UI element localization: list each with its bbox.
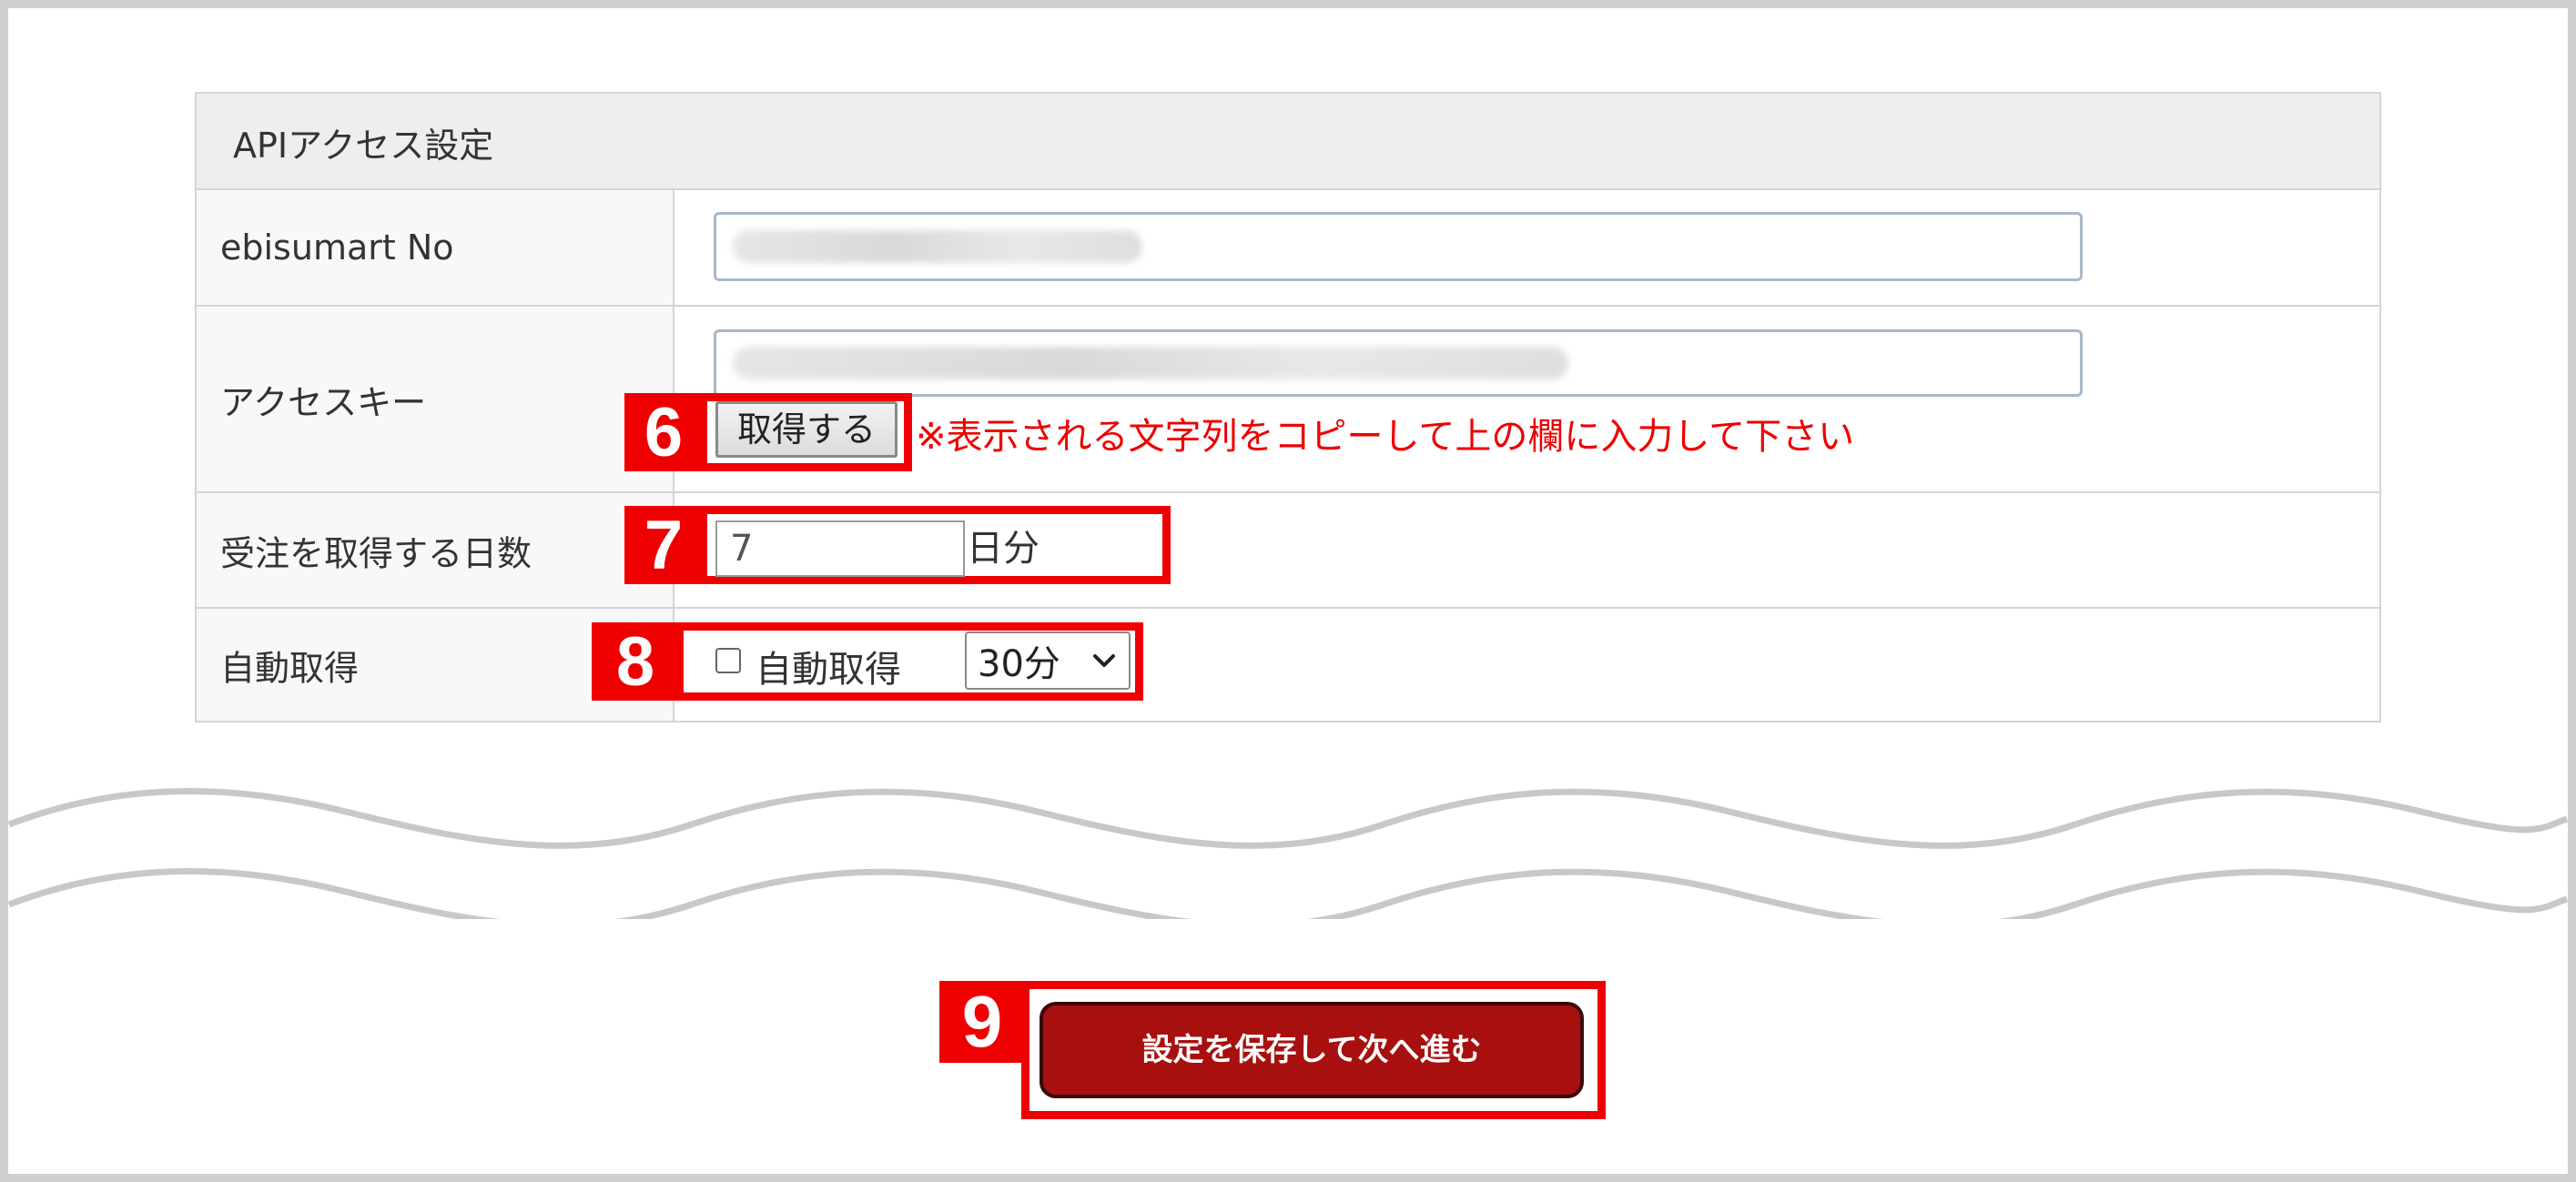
access-key-note: ※表示される文字列をコピーして上の欄に入力して下さい — [916, 416, 1855, 458]
callout-9-badge: 9 — [939, 981, 1025, 1063]
callout-7-number: 7 — [644, 506, 684, 584]
save-and-next-button[interactable]: 設定を保存して次へ進む — [1040, 1002, 1584, 1098]
auto-fetch-checkbox-label[interactable]: 自動取得 — [756, 640, 901, 692]
row-label-cell: アクセスキー — [197, 307, 674, 491]
access-key-label: アクセスキー — [220, 382, 427, 422]
row-label-cell: 受注を取得する日数 — [197, 493, 674, 607]
interval-selected-value: 30分 — [978, 643, 1060, 685]
panel-title: APIアクセス設定 — [233, 126, 494, 166]
callout-9-number: 9 — [961, 981, 1003, 1062]
ebisumart-no-label: ebisumart No — [220, 227, 454, 268]
ebisumart-no-input[interactable] — [714, 212, 2083, 281]
access-key-input[interactable] — [714, 329, 2083, 397]
chevron-down-icon — [1093, 654, 1115, 667]
ebisumart-no-value-blurred — [733, 230, 1142, 263]
auto-fetch-interval-select[interactable]: 30分 — [965, 631, 1131, 690]
auto-fetch-checkbox[interactable] — [715, 648, 741, 673]
row-order-days: 受注を取得する日数 — [197, 493, 2379, 609]
row-auto-fetch: 自動取得 — [197, 609, 2379, 721]
callout-6-number: 6 — [644, 393, 684, 471]
order-days-label: 受注を取得する日数 — [220, 533, 532, 573]
section-break-wave — [7, 788, 2569, 919]
order-days-input[interactable]: 7 — [715, 520, 965, 577]
callout-7-badge: 7 — [624, 506, 703, 584]
panel-header: APIアクセス設定 — [197, 94, 2379, 190]
row-label-cell: ebisumart No — [197, 190, 674, 305]
order-days-unit: 日分 — [967, 528, 1040, 570]
auto-fetch-label: 自動取得 — [220, 648, 360, 688]
access-key-value-blurred — [733, 347, 1568, 379]
callout-8-badge: 8 — [592, 622, 679, 701]
callout-8-number: 8 — [615, 622, 655, 701]
order-days-value: 7 — [730, 528, 754, 570]
fetch-access-key-button[interactable]: 取得する — [715, 401, 898, 458]
callout-6-badge: 6 — [624, 393, 703, 471]
